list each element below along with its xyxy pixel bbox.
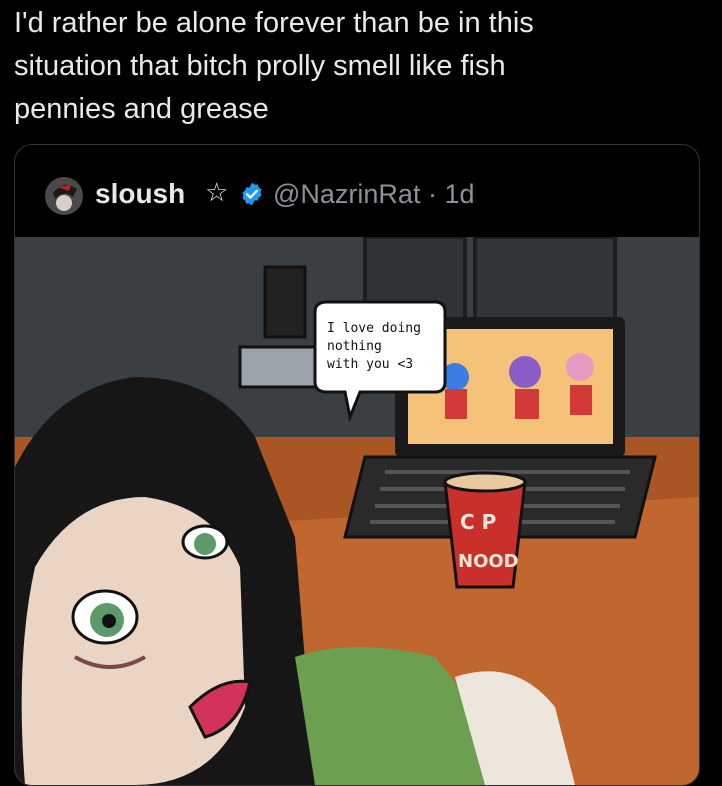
- speech-bubble-line-2: nothing: [327, 339, 382, 354]
- quoted-tweet-image[interactable]: I love doing nothing with you <3 C P NOO…: [15, 235, 699, 785]
- star-icon: ☆: [205, 177, 229, 207]
- handle-and-time[interactable]: @NazrinRat · 1d: [273, 179, 475, 210]
- cup-label-top: C P: [460, 510, 496, 534]
- speech-bubble-line-1: I love doing: [327, 321, 421, 336]
- tweet-text: I'd rather be alone forever than be in t…: [14, 7, 534, 125]
- cup-label-bottom: NOOD: [458, 551, 519, 572]
- speech-bubble-line-3: with you <3: [327, 357, 413, 372]
- timestamp: 1d: [444, 179, 475, 209]
- handle: @NazrinRat: [273, 179, 421, 209]
- avatar[interactable]: [45, 177, 83, 215]
- quoted-tweet-card[interactable]: sloush ☆ @NazrinRat · 1d I love doing no…: [14, 144, 700, 786]
- separator: ·: [427, 179, 437, 209]
- display-name[interactable]: sloush: [95, 178, 185, 210]
- quoted-tweet-header: sloush ☆ @NazrinRat · 1d: [15, 145, 699, 237]
- verified-badge-icon: [239, 181, 265, 207]
